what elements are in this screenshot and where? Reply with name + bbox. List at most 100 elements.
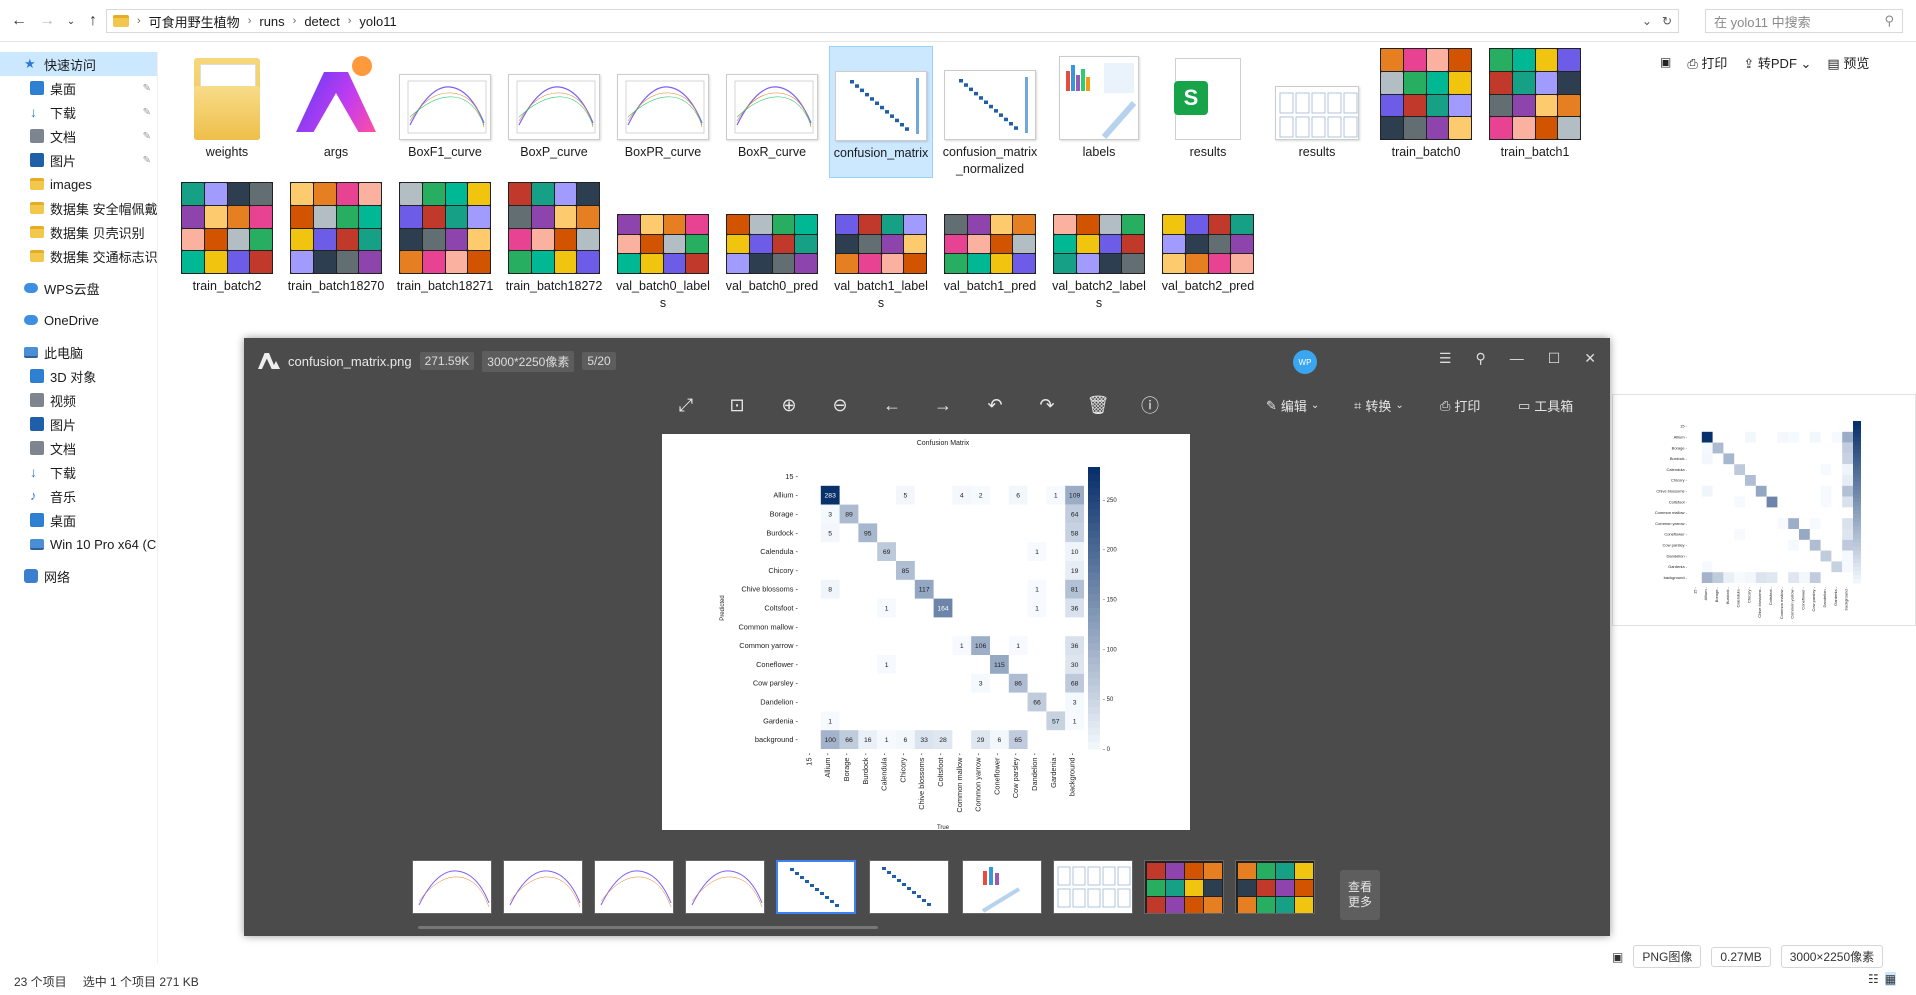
previous-arrow-icon[interactable]: ← [877,390,907,420]
file-item[interactable]: BoxPR_curve [611,46,715,178]
forward-arrow-icon[interactable]: → [34,8,60,34]
file-item[interactable]: train_batch18271 [393,180,497,312]
delete-icon[interactable]: 🗑 [1083,390,1113,420]
breadcrumb-item[interactable]: runs [259,14,284,29]
next-arrow-icon[interactable]: → [928,390,958,420]
minimize-icon[interactable]: — [1510,350,1524,367]
refresh-icon[interactable]: ↻ [1662,14,1672,28]
address-bar[interactable]: › 可食用野生植物 › runs › detect › yolo11 ⌄ ↻ [106,9,1679,33]
details-view-icon[interactable]: ☷ [1868,972,1879,986]
view-more-button[interactable]: 查看更多 [1340,870,1380,920]
sidebar-item-onedrive[interactable]: OneDrive [0,308,157,332]
sidebar-item-shell-dataset[interactable]: 数据集 贝壳识别 [0,220,157,244]
sidebar-item-desktop[interactable]: 桌面 ✎ [0,76,157,100]
to-pdf-button[interactable]: ⇪ 转PDF ⌄ [1743,53,1811,72]
viewer-thumbnail[interactable] [869,860,949,914]
sidebar-item-traffic-dataset[interactable]: 数据集 交通标志识别 [0,244,157,268]
rotate-right-icon[interactable]: ↷ [1032,390,1062,420]
sidebar-item-pc-pictures[interactable]: 图片 [0,412,157,436]
viewer-thumbnail[interactable] [1144,860,1224,914]
sidebar-item-pc-desktop[interactable]: 桌面 [0,508,157,532]
sidebar-item-network[interactable]: 网络 [0,564,157,588]
colorbar-segment [1853,554,1861,560]
pane-toggle-icon[interactable]: ▣ [1660,55,1671,69]
sidebar-item-downloads[interactable]: ↓ 下载 ✎ [0,100,157,124]
viewer-thumbnail[interactable] [685,860,765,914]
close-icon[interactable]: ✕ [1584,350,1596,367]
file-item[interactable]: val_batch2_pred [1156,180,1260,312]
file-item[interactable]: val_batch0_pred [720,180,824,312]
sidebar-item-quick-access[interactable]: ★ 快速访问 [0,52,157,76]
actual-size-icon[interactable]: ⊡ [722,390,752,420]
up-arrow-icon[interactable]: ↑ [80,8,106,34]
sidebar-item-videos[interactable]: 视频 [0,388,157,412]
file-item[interactable]: train_batch0 [1374,46,1478,178]
chevron-right-icon[interactable]: › [293,15,297,27]
sidebar-item-pc-downloads[interactable]: ↓ 下载 [0,460,157,484]
image-canvas[interactable]: Confusion Matrix 15 - 15 - Allium - Allium -… [662,434,1190,831]
viewer-thumbnail[interactable] [503,860,583,914]
file-item[interactable]: val_batch1_labels [829,180,933,312]
viewer-thumbnail[interactable] [1235,860,1315,914]
back-arrow-icon[interactable]: ← [6,8,32,34]
viewer-thumbnail[interactable] [1053,860,1133,914]
file-item[interactable]: train_batch18272 [502,180,606,312]
file-item[interactable]: confusion_matrix [829,46,933,178]
breadcrumb-item[interactable]: yolo11 [359,14,396,29]
viewer-thumbnail[interactable] [776,860,856,914]
sidebar-item-documents[interactable]: 文档 ✎ [0,124,157,148]
sidebar-item-c-drive[interactable]: Win 10 Pro x64 (C:) [0,532,157,556]
info-icon[interactable]: ⓘ [1135,390,1165,420]
file-item[interactable]: val_batch1_pred [938,180,1042,312]
chevron-right-icon[interactable]: › [348,15,352,27]
sidebar-item-pc-documents[interactable]: 文档 [0,436,157,460]
sidebar-item-wps-cloud[interactable]: WPS云盘 [0,276,157,300]
breadcrumb-item[interactable]: detect [304,14,339,29]
viewer-thumbnail[interactable] [594,860,674,914]
file-item[interactable]: confusion_matrix_normalized [938,46,1042,178]
chevron-right-icon[interactable]: › [137,15,141,27]
zoom-in-icon[interactable]: ⊕ [774,390,804,420]
viewer-thumbnail[interactable] [412,860,492,914]
file-item[interactable]: BoxR_curve [720,46,824,178]
large-icons-view-icon[interactable]: ▦ [1884,972,1897,986]
sidebar-item-3d-objects[interactable]: 3D 对象 [0,364,157,388]
chevron-right-icon[interactable]: › [248,15,252,27]
print-button[interactable]: ⎙ 打印 [1440,396,1480,415]
breadcrumb-item[interactable]: 可食用野生植物 [149,12,240,31]
zoom-out-icon[interactable]: ⊖ [825,390,855,420]
sidebar-item-images[interactable]: images [0,172,157,196]
search-input[interactable]: 在 yolo11 中搜索 ⚲ [1705,9,1903,33]
sidebar-item-this-pc[interactable]: 此电脑 [0,340,157,364]
pin-icon[interactable]: ⚲ [1475,350,1485,367]
viewer-thumbnail[interactable] [962,860,1042,914]
file-item[interactable]: BoxF1_curve [393,46,497,178]
sidebar-item-music[interactable]: ♪ 音乐 [0,484,157,508]
toolbox-button[interactable]: ▭ 工具箱 [1518,396,1573,415]
file-item[interactable]: args [284,46,388,178]
file-item[interactable]: labels [1047,46,1151,178]
file-item[interactable]: Sresults [1156,46,1260,178]
file-item[interactable]: weights [175,46,279,178]
details-pane-icon[interactable]: ▣ [1612,950,1623,964]
sidebar-item-pictures[interactable]: 图片 ✎ [0,148,157,172]
file-item[interactable]: val_batch2_labels [1047,180,1151,312]
menu-icon[interactable]: ☰ [1439,350,1452,367]
file-item[interactable]: val_batch0_labels [611,180,715,312]
address-dropdown-icon[interactable]: ⌄ [1642,14,1652,28]
rotate-left-icon[interactable]: ↶ [980,390,1010,420]
file-item[interactable]: train_batch18270 [284,180,388,312]
preview-button[interactable]: ▤ 预览 [1827,53,1869,72]
file-item[interactable]: train_batch1 [1483,46,1587,178]
file-item[interactable]: train_batch2 [175,180,279,312]
edit-button[interactable]: ✎ 编辑 ⌄ [1266,396,1319,415]
avatar[interactable]: WP [1293,350,1317,374]
print-button[interactable]: ⎙ 打印 [1687,53,1727,72]
sidebar-item-helmet-dataset[interactable]: 数据集 安全帽佩戴 [0,196,157,220]
thumbnail-scrollbar[interactable] [418,926,878,929]
file-item[interactable]: results [1265,46,1369,178]
convert-button[interactable]: ⌗ 转换 ⌄ [1354,396,1404,415]
maximize-icon[interactable]: ☐ [1548,350,1561,367]
fullscreen-icon[interactable]: ⤢ [671,390,701,420]
file-item[interactable]: BoxP_curve [502,46,606,178]
